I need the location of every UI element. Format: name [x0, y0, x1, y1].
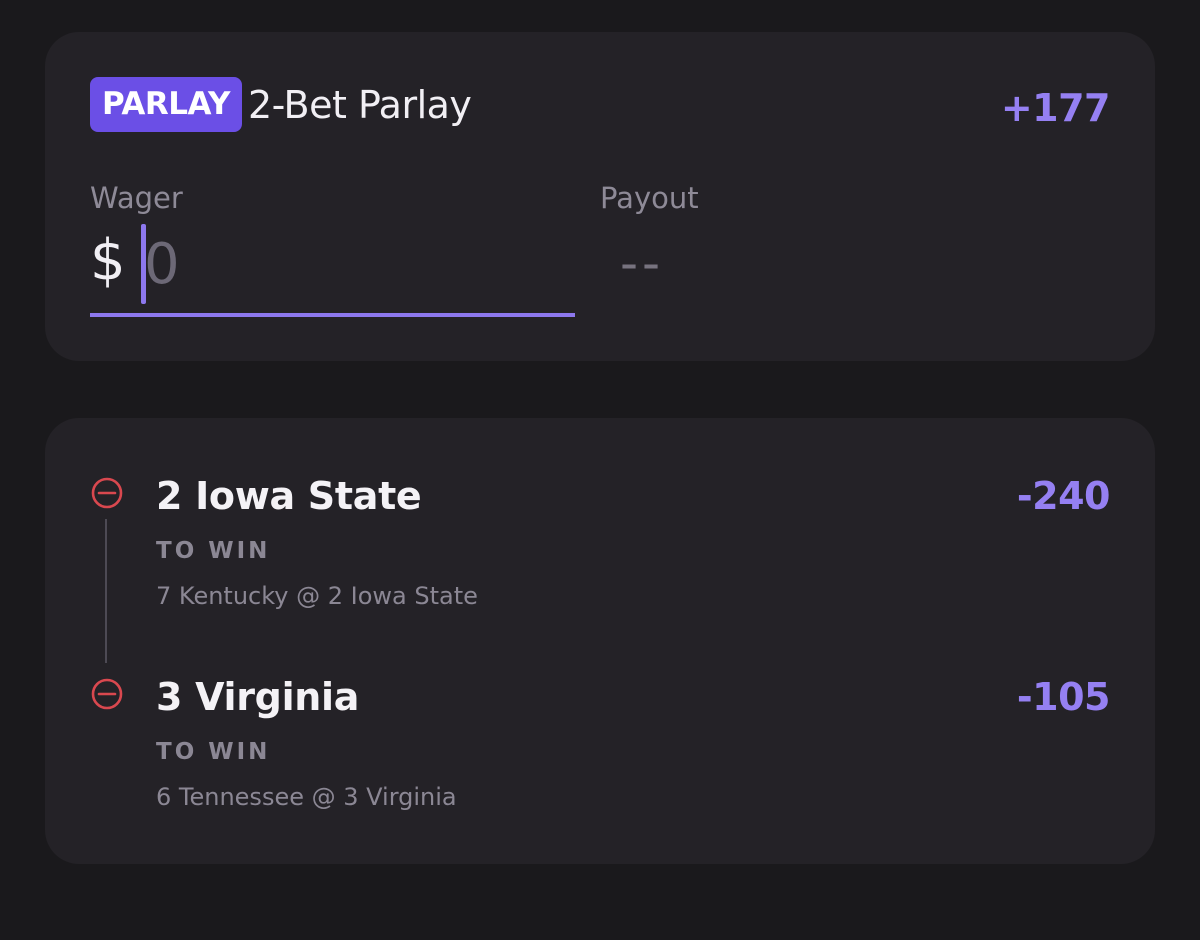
currency-symbol: $	[90, 228, 126, 293]
leg-odds: -240	[1016, 474, 1111, 518]
wager-input[interactable]	[144, 224, 564, 304]
parlay-leg: 3 Virginia -105 TO WIN 6 Tennessee @ 3 V…	[45, 671, 1155, 821]
leg-odds: -105	[1016, 675, 1111, 719]
parlay-odds: +177	[1000, 86, 1111, 130]
parlay-summary-card: PARLAY 2-Bet Parlay +177 Wager $ Payout …	[45, 32, 1155, 361]
leg-matchup: 7 Kentucky @ 2 Iowa State	[156, 582, 478, 610]
leg-market: TO WIN	[156, 538, 271, 564]
payout-value: --	[620, 234, 665, 292]
payout-label: Payout	[600, 181, 699, 215]
leg-market: TO WIN	[156, 739, 271, 765]
wager-label: Wager	[90, 181, 183, 215]
minus-circle-icon[interactable]	[91, 678, 123, 710]
parlay-title: 2-Bet Parlay	[248, 83, 472, 127]
leg-connector-line	[105, 519, 107, 663]
leg-team: 2 Iowa State	[156, 474, 422, 518]
minus-circle-icon[interactable]	[91, 477, 123, 509]
parlay-legs-card: 2 Iowa State -240 TO WIN 7 Kentucky @ 2 …	[45, 418, 1155, 864]
parlay-leg: 2 Iowa State -240 TO WIN 7 Kentucky @ 2 …	[45, 470, 1155, 620]
leg-matchup: 6 Tennessee @ 3 Virginia	[156, 783, 457, 811]
wager-field[interactable]: $	[90, 218, 575, 317]
parlay-badge: PARLAY	[90, 77, 242, 132]
leg-team: 3 Virginia	[156, 675, 360, 719]
